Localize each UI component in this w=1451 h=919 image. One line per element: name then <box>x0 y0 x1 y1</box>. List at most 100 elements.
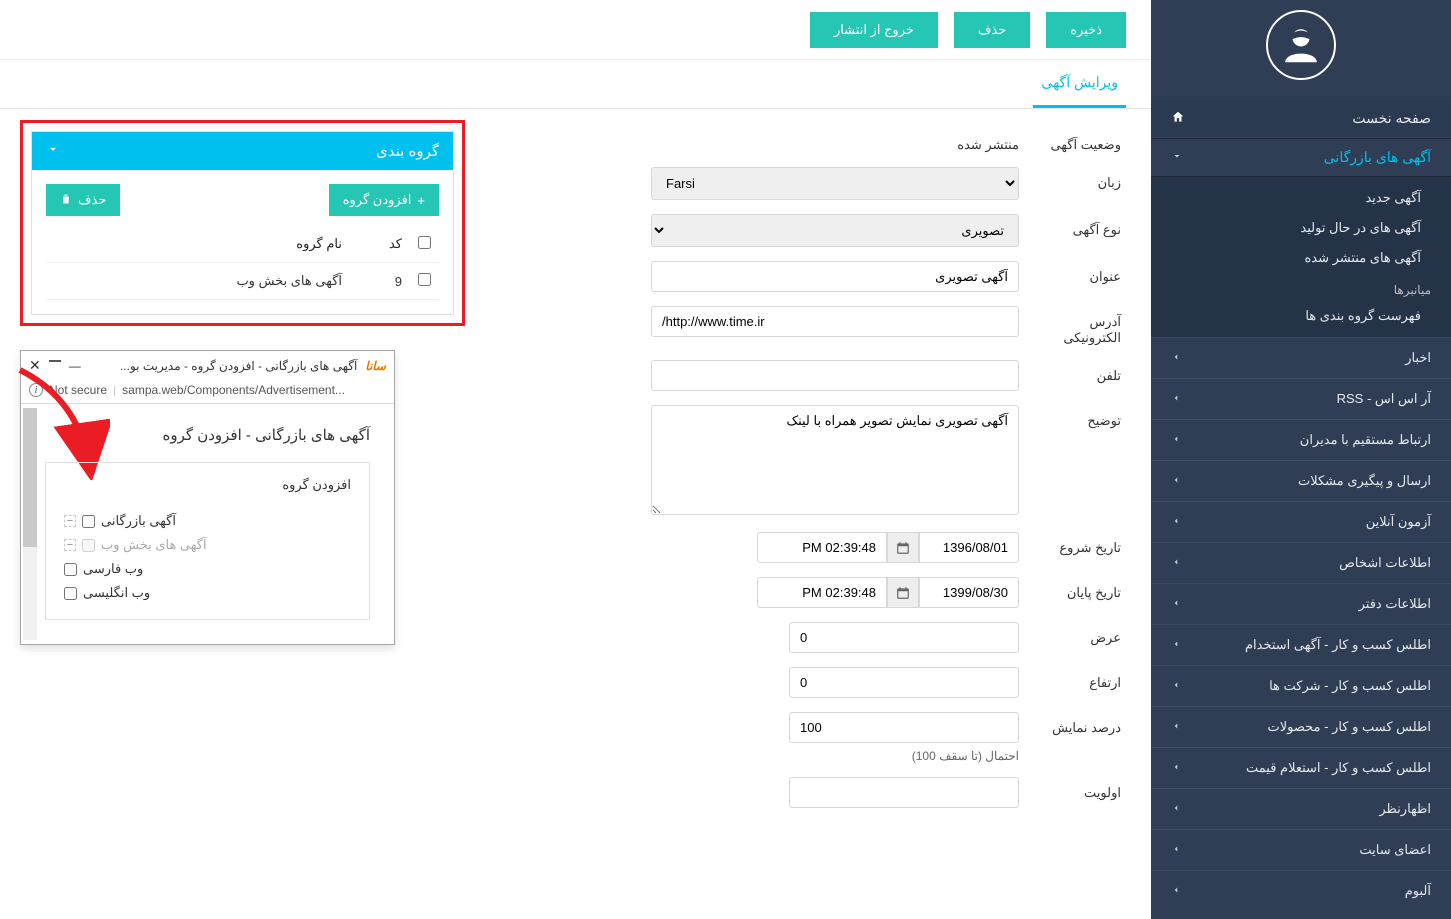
phone-input[interactable] <box>651 360 1019 391</box>
percent-input[interactable] <box>789 712 1019 743</box>
delete-button[interactable]: حذف <box>954 12 1030 48</box>
tree-node-en[interactable]: وب انگلیسی <box>64 581 303 605</box>
collapse-icon[interactable]: − <box>64 515 76 527</box>
col-name: نام گروه <box>46 226 350 263</box>
nav-ads[interactable]: آگهی های بازرگانی <box>1151 138 1451 177</box>
tree-checkbox[interactable] <box>64 587 77 600</box>
group-tree: آگهی بازرگانی − آگهی های بخش وب − <box>64 509 351 605</box>
tree-node-web[interactable]: آگهی های بخش وب − <box>64 533 327 557</box>
sub-group-list[interactable]: فهرست گروه بندی ها <box>1151 301 1451 331</box>
calendar-icon[interactable] <box>887 532 919 563</box>
sidebar-item-label: اطلس کسب و کار - شرکت ها <box>1269 678 1431 694</box>
url-label: آدرس الکترونیکی <box>1031 306 1121 346</box>
tree-fa-label: وب فارسی <box>83 561 143 577</box>
home-icon <box>1171 110 1185 127</box>
popup-addressbar: i Not secure | sampa.web/Components/Adve… <box>21 380 394 404</box>
start-date-input[interactable] <box>919 532 1019 563</box>
grouping-table: کد نام گروه 9 آگهی های بخش وب <box>46 226 439 300</box>
sidebar-item[interactable]: اطلاعات اشخاص <box>1151 543 1451 583</box>
add-group-button[interactable]: + افزودن گروه <box>329 184 439 216</box>
popup-win-title: آگهی های بازرگانی - افزودن گروه - مدیریت… <box>89 359 358 373</box>
row-checkbox[interactable] <box>418 273 431 286</box>
sub-published[interactable]: آگهی های منتشر شده <box>1151 243 1451 273</box>
sidebar-item[interactable]: آزمون آنلاین <box>1151 502 1451 542</box>
grouping-panel: گروه بندی + افزودن گروه حذف <box>31 131 454 315</box>
calendar-icon[interactable] <box>887 577 919 608</box>
minimize-icon[interactable]: — <box>69 359 81 373</box>
sidebar-item[interactable]: اخبار <box>1151 338 1451 378</box>
sidebar-item[interactable]: آر اس اس - RSS <box>1151 379 1451 419</box>
sidebar-item-label: آر اس اس - RSS <box>1337 391 1431 407</box>
grouping-highlight-frame: گروه بندی + افزودن گروه حذف <box>20 120 465 326</box>
height-label: ارتفاع <box>1031 667 1121 691</box>
popup-card-title: افزودن گروه <box>64 477 351 493</box>
width-input[interactable] <box>789 622 1019 653</box>
popup-titlebar[interactable]: ✕ — آگهی های بازرگانی - افزودن گروه - مد… <box>21 351 394 380</box>
tree-checkbox[interactable] <box>64 563 77 576</box>
tree-checkbox[interactable] <box>82 515 95 528</box>
tree-en-label: وب انگلیسی <box>83 585 150 601</box>
sidebar-item[interactable]: اطلس کسب و کار - استعلام قیمت <box>1151 748 1451 788</box>
tabbar: ویرایش آگهی <box>0 60 1151 109</box>
avatar-box <box>1151 0 1451 100</box>
nav-home-label: صفحه نخست <box>1352 110 1431 127</box>
sidebar-item-label: اطلس کسب و کار - استعلام قیمت <box>1246 760 1431 776</box>
sub-new-ad[interactable]: آگهی جدید <box>1151 183 1451 213</box>
title-input[interactable] <box>651 261 1019 292</box>
tab-edit-ad[interactable]: ویرایش آگهی <box>1033 60 1126 108</box>
sidebar-item[interactable]: اطلس کسب و کار - آگهی استخدام <box>1151 625 1451 665</box>
sidebar-item[interactable]: اطلس کسب و کار - محصولات <box>1151 707 1451 747</box>
chevron-down-icon <box>46 142 60 160</box>
delete-group-button[interactable]: حذف <box>46 184 120 216</box>
type-select[interactable]: تصویری <box>651 214 1019 247</box>
sub-in-production[interactable]: آگهی های در حال تولید <box>1151 213 1451 243</box>
priority-label: اولویت <box>1031 777 1121 801</box>
chevron-left-icon <box>1171 720 1181 734</box>
info-icon[interactable]: i <box>29 383 43 397</box>
percent-label: درصد نمایش <box>1031 712 1121 736</box>
row-name: آگهی های بخش وب <box>46 263 350 300</box>
grouping-panel-header[interactable]: گروه بندی <box>32 132 453 170</box>
tree-node-root[interactable]: آگهی بازرگانی − <box>64 509 351 533</box>
sidebar-item[interactable]: اظهارنظر <box>1151 789 1451 829</box>
url-input[interactable] <box>651 306 1019 337</box>
popup-heading: آگهی های بازرگانی - افزودن گروه <box>45 420 370 462</box>
end-time-input[interactable] <box>757 577 887 608</box>
plus-icon: + <box>417 193 425 208</box>
sidebar-item[interactable]: اطلس کسب و کار - شرکت ها <box>1151 666 1451 706</box>
popup-scrollbar[interactable] <box>23 408 37 640</box>
col-code: کد <box>350 226 410 263</box>
tree-node-fa[interactable]: وب فارسی <box>64 557 303 581</box>
sidebar-item[interactable]: آلبوم <box>1151 871 1451 911</box>
status-label: وضعیت آگهی <box>1031 129 1121 153</box>
height-input[interactable] <box>789 667 1019 698</box>
priority-input[interactable] <box>789 777 1019 808</box>
form-column: وضعیت آگهی منتشر شده زبان Farsi نوع آگهی… <box>621 109 1151 919</box>
tree-web-label: آگهی های بخش وب <box>101 537 207 553</box>
unpublish-button[interactable]: خروج از انتشار <box>810 12 938 48</box>
save-button[interactable]: ذخیره <box>1046 12 1126 48</box>
sidebar-item[interactable]: اطلاعات دفتر <box>1151 584 1451 624</box>
sidebar-item-label: اطلس کسب و کار - محصولات <box>1268 719 1431 735</box>
close-icon[interactable]: ✕ <box>29 357 41 374</box>
desc-textarea[interactable]: آگهی تصویری نمایش تصویر همراه با لینک <box>651 405 1019 515</box>
chevron-left-icon <box>1171 597 1181 611</box>
maximize-icon[interactable] <box>49 360 61 372</box>
chevron-left-icon <box>1171 843 1181 857</box>
sidebar-item[interactable]: ارتباط مستقیم با مدیران <box>1151 420 1451 460</box>
scrollbar-thumb[interactable] <box>23 408 37 547</box>
select-all-checkbox[interactable] <box>418 236 431 249</box>
grouping-title: گروه بندی <box>376 142 439 160</box>
collapse-icon[interactable]: − <box>64 539 76 551</box>
start-label: تاریخ شروع <box>1031 532 1121 556</box>
chevron-left-icon <box>1171 351 1181 365</box>
sidebar-item[interactable]: اعضای سایت <box>1151 830 1451 870</box>
chevron-left-icon <box>1171 802 1181 816</box>
sidebar-item[interactable]: ارسال و پیگیری مشکلات <box>1151 461 1451 501</box>
nav-home[interactable]: صفحه نخست <box>1151 100 1451 138</box>
lang-select[interactable]: Farsi <box>651 167 1019 200</box>
sidebar-item-label: اطلاعات دفتر <box>1359 596 1431 612</box>
end-date-input[interactable] <box>919 577 1019 608</box>
start-time-input[interactable] <box>757 532 887 563</box>
type-label: نوع آگهی <box>1031 214 1121 238</box>
